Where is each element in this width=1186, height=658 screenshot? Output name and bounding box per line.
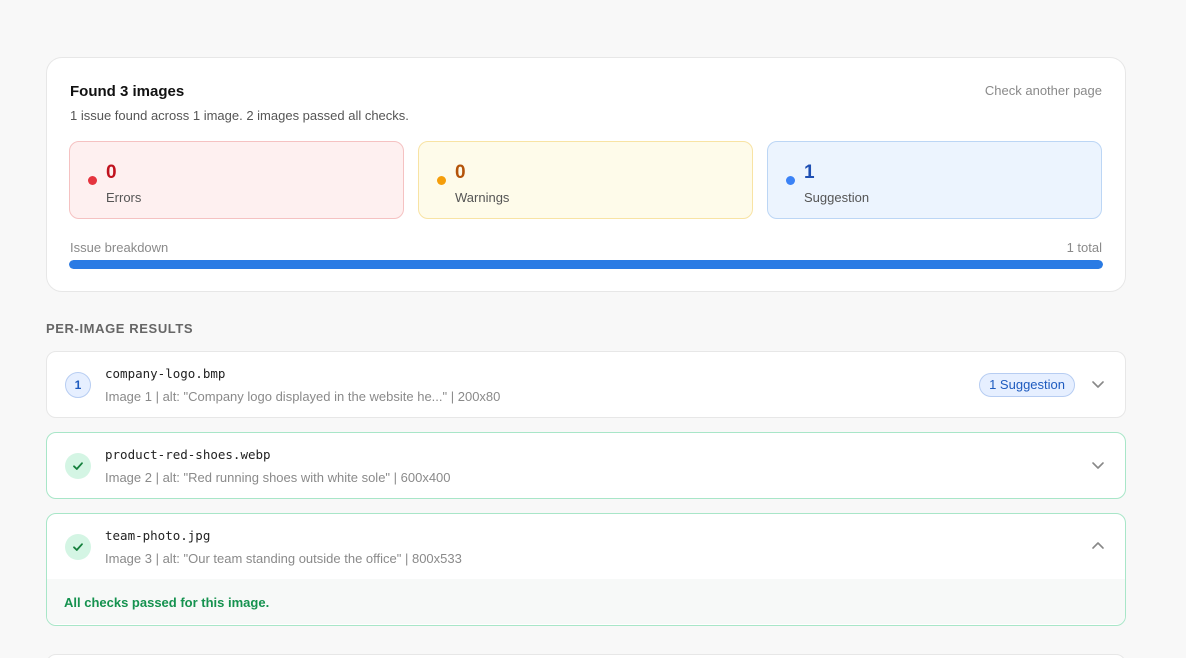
error-dot-icon: [88, 176, 97, 185]
issue-breakdown-bar: [69, 260, 1103, 269]
warnings-label: Warnings: [455, 190, 510, 205]
image-filename: product-red-shoes.webp: [105, 447, 271, 462]
image-filename: company-logo.bmp: [105, 366, 226, 381]
issue-count-badge: 1: [65, 372, 91, 398]
suggestions-count: 1: [804, 162, 815, 183]
errors-stat-card: 0 Errors: [69, 141, 404, 219]
check-icon: [65, 534, 91, 560]
suggestion-dot-icon: [786, 176, 795, 185]
suggestion-pill: 1 Suggestion: [979, 373, 1075, 397]
image-meta: Image 1 | alt: "Company logo displayed i…: [105, 389, 501, 404]
errors-count: 0: [106, 162, 117, 183]
errors-label: Errors: [106, 190, 142, 205]
chevron-down-icon[interactable]: [1091, 377, 1105, 391]
summary-title: Found 3 images: [70, 83, 185, 100]
summary-subtitle: 1 issue found across 1 image. 2 images p…: [70, 108, 409, 123]
issue-breakdown-label: Issue breakdown: [70, 240, 169, 255]
suggestions-stat-card: 1 Suggestion: [767, 141, 1102, 219]
image-result-card: product-red-shoes.webp Image 2 | alt: "R…: [46, 432, 1126, 499]
suggestions-bar-segment: [69, 260, 1103, 269]
passed-message: All checks passed for this image.: [47, 579, 1125, 624]
suggestions-label: Suggestion: [804, 190, 870, 205]
summary-card: Found 3 images 1 issue found across 1 im…: [46, 57, 1126, 292]
image-meta: Image 2 | alt: "Red running shoes with w…: [105, 470, 451, 485]
warnings-count: 0: [455, 162, 466, 183]
check-icon: [65, 453, 91, 479]
section-heading: PER-IMAGE RESULTS: [46, 321, 194, 336]
chevron-down-icon[interactable]: [1091, 458, 1105, 472]
image-result-header[interactable]: product-red-shoes.webp Image 2 | alt: "R…: [47, 433, 1125, 498]
image-result-card: 1 company-logo.bmp Image 1 | alt: "Compa…: [46, 351, 1126, 418]
image-result-card: [46, 654, 1126, 658]
image-meta: Image 3 | alt: "Our team standing outsid…: [105, 551, 462, 566]
image-result-card: team-photo.jpg Image 3 | alt: "Our team …: [46, 513, 1126, 626]
image-filename: team-photo.jpg: [105, 528, 211, 543]
image-result-header[interactable]: 1 company-logo.bmp Image 1 | alt: "Compa…: [47, 352, 1125, 417]
issue-breakdown-total: 1 total: [1066, 240, 1102, 255]
warning-dot-icon: [437, 176, 446, 185]
image-result-header[interactable]: team-photo.jpg Image 3 | alt: "Our team …: [47, 514, 1125, 579]
warnings-stat-card: 0 Warnings: [418, 141, 753, 219]
chevron-up-icon[interactable]: [1091, 539, 1105, 553]
check-another-page-link[interactable]: Check another page: [985, 83, 1102, 98]
